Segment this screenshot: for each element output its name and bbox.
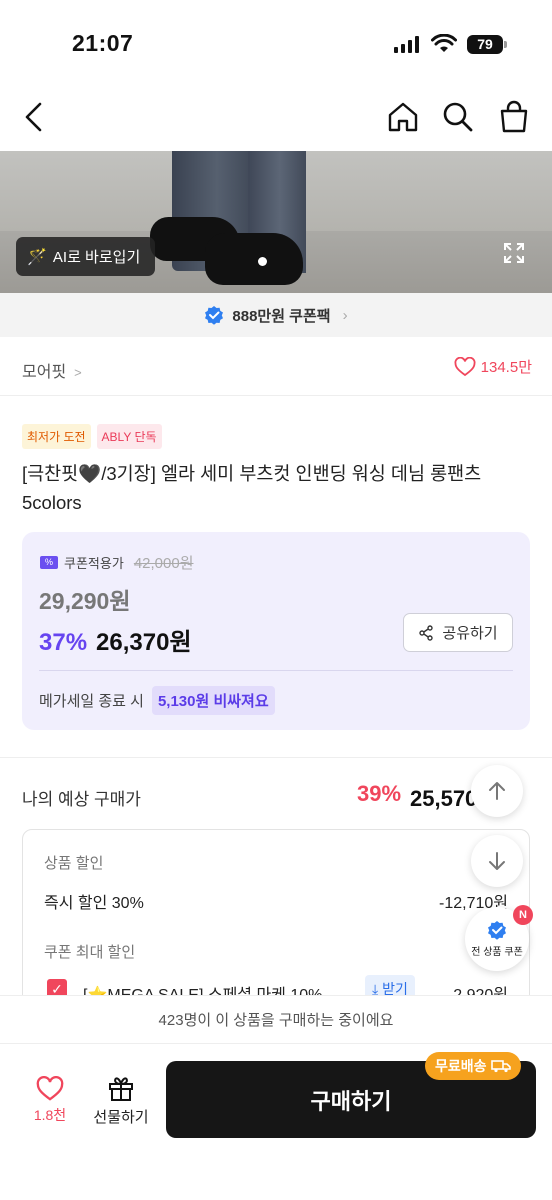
gift-label: 선물하기 — [93, 1109, 149, 1126]
coupon-icon: % — [40, 556, 58, 569]
cellular-signal-icon — [394, 36, 419, 53]
bottom-like-count: 1.8천 — [33, 1107, 67, 1123]
arrow-up-icon — [489, 782, 505, 800]
ai-try-on-button[interactable]: 🪄 AI로 바로입기 — [16, 237, 155, 276]
expected-price-row[interactable]: 나의 예상 구매가 39% 25,570원 — [0, 779, 552, 815]
coupon-pack-label: 888만원 쿠폰팩 — [232, 307, 331, 325]
free-shipping-badge: 무료배송 — [425, 1052, 521, 1080]
expected-discount-percent: 39% — [357, 781, 402, 806]
search-icon[interactable] — [441, 100, 475, 134]
brand-row: 모어핏 > 134.5만 — [0, 340, 552, 396]
verified-badge-icon — [205, 306, 224, 325]
ai-try-on-label: AI로 바로입기 — [52, 249, 141, 266]
arrow-down-icon — [489, 852, 505, 870]
top-nav — [0, 88, 552, 148]
share-icon — [419, 624, 434, 641]
discount-percent: 37% — [39, 629, 88, 656]
share-label: 공유하기 — [442, 625, 498, 642]
chevron-right-icon: › — [342, 306, 348, 324]
section-divider — [0, 757, 552, 758]
brand-name: 모어핏 — [22, 364, 67, 381]
expected-price-label: 나의 예상 구매가 — [22, 790, 141, 809]
instant-discount-label: 즉시 할인 30% — [44, 895, 144, 912]
mega-sale-text: 메가세일 종료 시 — [39, 693, 144, 710]
coupon-pack-banner[interactable]: 888만원 쿠폰팩 › — [0, 293, 552, 337]
price-box: % 쿠폰적용가 42,000원 29,290원 37% 26,370원 공유하기… — [22, 532, 530, 730]
scroll-up-button[interactable] — [471, 765, 523, 817]
verified-badge-icon — [488, 921, 506, 940]
coupon-price: 29,290원 — [39, 588, 131, 614]
back-icon[interactable] — [18, 100, 52, 134]
home-icon[interactable] — [386, 100, 420, 134]
heart-icon — [36, 1075, 64, 1101]
coupon-price-label-row: % 쿠폰적용가 42,000원 — [40, 552, 194, 573]
mega-sale-notice: 메가세일 종료 시 5,130원 비싸져요 — [39, 686, 275, 715]
bottom-action-bar: 1.8천 선물하기 구매하기 무료배송 — [0, 1043, 552, 1200]
image-shoe-right — [205, 233, 303, 285]
status-time: 21:07 — [72, 30, 134, 56]
new-badge: N — [513, 905, 533, 925]
heart-icon — [454, 356, 476, 376]
expand-icon[interactable] — [502, 241, 526, 265]
coupon-max-discount-label: 쿠폰 최대 할인 — [44, 944, 136, 961]
product-badges: 최저가 도전 ABLY 단독 — [22, 424, 162, 449]
magic-wand-icon: 🪄 — [27, 248, 47, 266]
chevron-right-icon: > — [74, 365, 82, 380]
all-products-coupon-button[interactable]: 전 상품 쿠폰 N — [465, 905, 533, 971]
truck-icon — [490, 1060, 511, 1073]
free-shipping-label: 무료배송 — [435, 1058, 487, 1074]
wifi-icon — [431, 34, 457, 52]
product-title: [극찬핏🖤/3기장] 엘라 세미 부츠컷 인밴딩 워싱 데님 롱팬츠 5colo… — [22, 463, 482, 513]
scroll-down-button[interactable] — [471, 835, 523, 887]
all-products-coupon-label: 전 상품 쿠폰 — [471, 947, 523, 958]
share-button[interactable]: 공유하기 — [403, 613, 513, 652]
shopping-bag-icon[interactable] — [497, 100, 531, 134]
original-price: 42,000원 — [133, 555, 194, 572]
badge-lowest-price: 최저가 도전 — [22, 424, 91, 449]
brand-link[interactable]: 모어핏 > — [22, 358, 82, 382]
gift-button[interactable]: 선물하기 — [90, 1074, 152, 1127]
product-discount-label: 상품 할인 — [44, 855, 104, 872]
final-price-row: 37% 26,370원 — [39, 622, 192, 657]
like-button[interactable]: 134.5만 — [454, 356, 532, 377]
battery-icon: 79 — [467, 35, 503, 54]
badge-exclusive: ABLY 단독 — [96, 424, 162, 449]
final-price: 26,370원 — [96, 629, 192, 656]
battery-cap — [504, 41, 507, 48]
gift-icon — [109, 1077, 133, 1101]
divider — [39, 670, 513, 671]
coupon-applied-label: 쿠폰적용가 — [64, 556, 124, 571]
mega-sale-highlight: 5,130원 비싸져요 — [151, 686, 275, 715]
status-bar: 21:07 79 — [0, 0, 552, 80]
buyers-notice: 423명이 이 상품을 구매하는 중이에요 — [0, 995, 552, 1043]
like-count: 134.5만 — [480, 359, 532, 376]
bottom-like-button[interactable]: 1.8천 — [30, 1075, 70, 1125]
carousel-indicator — [258, 257, 267, 266]
